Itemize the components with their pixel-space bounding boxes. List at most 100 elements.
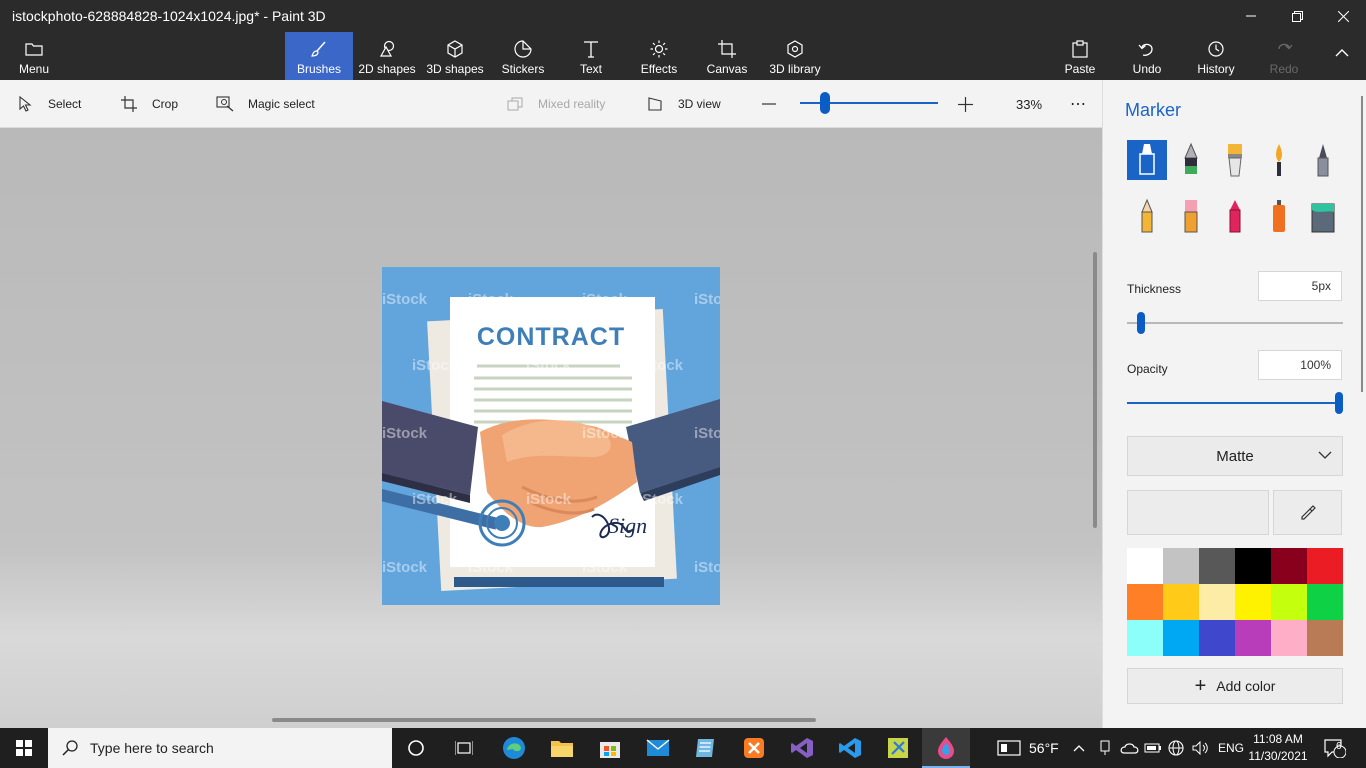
more-options-button[interactable]: ⋯	[1070, 80, 1087, 128]
volume-tray-icon[interactable]	[1192, 728, 1210, 768]
store-app[interactable]	[586, 728, 634, 768]
onedrive-tray-icon[interactable]	[1120, 728, 1140, 768]
zoom-in-button[interactable]	[958, 80, 973, 128]
horizontal-scrollbar[interactable]	[272, 718, 816, 722]
undo-button[interactable]: Undo	[1127, 32, 1167, 80]
calligraphy-pen-icon	[1184, 142, 1198, 174]
opacity-input[interactable]: 100%	[1258, 350, 1342, 380]
language-indicator[interactable]: ENG	[1218, 728, 1244, 768]
vertical-scrollbar[interactable]	[1093, 252, 1097, 528]
visual-studio-app[interactable]	[778, 728, 826, 768]
tools-app[interactable]	[874, 728, 922, 768]
color-swatch[interactable]	[1271, 620, 1307, 656]
color-swatch[interactable]	[1235, 620, 1271, 656]
notepad-app[interactable]	[682, 728, 730, 768]
oil-brush[interactable]	[1215, 140, 1255, 180]
eyedropper-button[interactable]	[1273, 490, 1342, 535]
cortana-button[interactable]	[392, 728, 440, 768]
edge-app[interactable]	[490, 728, 538, 768]
opacity-slider-thumb[interactable]	[1335, 392, 1343, 414]
vscode-app[interactable]	[826, 728, 874, 768]
crop-tool[interactable]: Crop	[120, 80, 178, 128]
watermark-text: iStock	[382, 559, 428, 576]
crayon-brush[interactable]	[1215, 196, 1255, 236]
panel-scrollbar[interactable]	[1361, 96, 1363, 392]
weather-widget[interactable]: 56°F	[997, 728, 1059, 768]
color-swatch[interactable]	[1271, 548, 1307, 584]
color-swatch[interactable]	[1199, 620, 1235, 656]
color-swatch[interactable]	[1163, 548, 1199, 584]
marker-brush[interactable]	[1127, 140, 1167, 180]
thickness-input[interactable]: 5px	[1258, 271, 1342, 301]
restore-button[interactable]	[1274, 0, 1320, 32]
color-swatch[interactable]	[1127, 584, 1163, 620]
color-swatch[interactable]	[1307, 584, 1343, 620]
secondary-toolbar: Select Crop Magic select Mixed reality 3…	[0, 80, 1102, 128]
mixed-reality-button[interactable]: Mixed reality	[506, 80, 605, 128]
color-swatch[interactable]	[1199, 584, 1235, 620]
watercolor-brush[interactable]	[1259, 140, 1299, 180]
start-button[interactable]	[0, 728, 48, 768]
add-color-button[interactable]: + Add color	[1127, 668, 1343, 704]
canvas-image[interactable]: Sign CONTRACT iStock iStock iStock iStoc…	[382, 267, 720, 605]
crayon-icon	[1229, 200, 1241, 233]
action-center-button[interactable]: 6	[1324, 728, 1346, 768]
xampp-app[interactable]	[730, 728, 778, 768]
history-button[interactable]: History	[1193, 32, 1239, 80]
minimize-button[interactable]	[1228, 0, 1274, 32]
opacity-slider-track[interactable]	[1127, 402, 1337, 404]
notepad-icon	[696, 739, 714, 757]
tab-3d-shapes[interactable]: 3D shapes	[423, 32, 487, 80]
thickness-slider-thumb[interactable]	[1137, 312, 1146, 334]
menu-button[interactable]: Menu	[8, 32, 60, 80]
finish-dropdown[interactable]: Matte	[1127, 436, 1343, 476]
show-hidden-icons[interactable]	[1073, 728, 1085, 768]
color-swatch[interactable]	[1235, 584, 1271, 620]
color-swatch[interactable]	[1127, 548, 1163, 584]
tab-effects[interactable]: Effects	[632, 32, 686, 80]
color-swatch[interactable]	[1307, 548, 1343, 584]
fill-bucket-brush[interactable]	[1303, 196, 1343, 236]
current-color-preview[interactable]	[1127, 490, 1269, 535]
color-swatch[interactable]	[1271, 584, 1307, 620]
network-tray-icon[interactable]	[1168, 728, 1184, 768]
tab-stickers[interactable]: Stickers	[495, 32, 551, 80]
pencil-brush[interactable]	[1127, 196, 1167, 236]
zoom-out-button[interactable]	[762, 80, 776, 128]
close-button[interactable]	[1320, 0, 1366, 32]
device-tray-icon[interactable]	[1098, 728, 1112, 768]
pixel-pen-brush[interactable]	[1303, 140, 1343, 180]
color-swatch[interactable]	[1163, 620, 1199, 656]
select-tool[interactable]: Select	[16, 80, 81, 128]
paste-button[interactable]: Paste	[1060, 32, 1100, 80]
taskbar-search[interactable]: Type here to search	[48, 728, 392, 768]
color-swatch[interactable]	[1235, 548, 1271, 584]
collapse-toolbar-button[interactable]	[1322, 32, 1362, 80]
windows-logo-icon	[16, 740, 32, 756]
opacity-label: Opacity	[1127, 362, 1168, 376]
color-swatch[interactable]	[1163, 584, 1199, 620]
paint-3d-app[interactable]	[922, 728, 970, 768]
task-view-button[interactable]	[440, 728, 488, 768]
color-swatch[interactable]	[1307, 620, 1343, 656]
file-explorer-app[interactable]	[538, 728, 586, 768]
tab-brushes[interactable]: Brushes	[285, 32, 353, 80]
redo-button[interactable]: Redo	[1264, 32, 1304, 80]
mail-app[interactable]	[634, 728, 682, 768]
tab-2d-shapes[interactable]: 2D shapes	[355, 32, 419, 80]
tab-canvas[interactable]: Canvas	[700, 32, 754, 80]
tab-3d-library[interactable]: 3D library	[765, 32, 825, 80]
battery-tray-icon[interactable]	[1144, 728, 1162, 768]
calligraphy-pen-brush[interactable]	[1171, 140, 1211, 180]
3d-view-label: 3D view	[678, 97, 721, 111]
color-swatch[interactable]	[1127, 620, 1163, 656]
color-swatch[interactable]	[1199, 548, 1235, 584]
spray-can-brush[interactable]	[1259, 196, 1299, 236]
3d-view-toggle[interactable]: 3D view	[646, 80, 721, 128]
taskbar-clock[interactable]: 11:08 AM 11/30/2021	[1246, 731, 1310, 765]
tab-text[interactable]: Text	[565, 32, 617, 80]
eraser-brush[interactable]	[1171, 196, 1211, 236]
thickness-slider-track[interactable]	[1127, 322, 1343, 324]
magic-select-tool[interactable]: Magic select	[216, 80, 315, 128]
zoom-slider-thumb[interactable]	[819, 92, 830, 114]
